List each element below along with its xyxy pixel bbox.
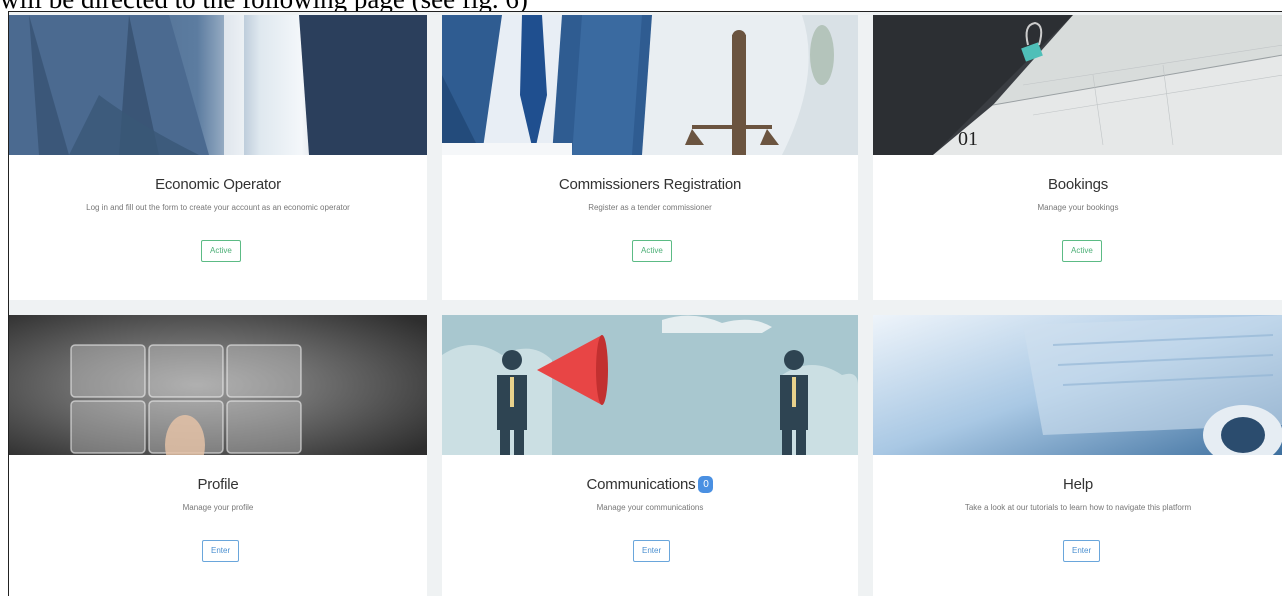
card-bookings[interactable]: 01 Bookings Manage your bookings Active: [873, 15, 1282, 300]
card-description: Manage your bookings: [1037, 203, 1119, 212]
card-description: Register as a tender commissioner: [588, 203, 712, 212]
enter-button[interactable]: Enter: [1063, 540, 1101, 562]
svg-text:01: 01: [958, 128, 978, 150]
card-description: Manage your profile: [182, 503, 254, 512]
justice-statue-photo: [442, 15, 858, 155]
business-suit-photo: [9, 15, 427, 155]
card-communications[interactable]: Communications 0 Manage your communicatio…: [442, 315, 858, 596]
dashboard-frame: Economic Operator Log in and fill out th…: [8, 11, 1282, 596]
enter-button[interactable]: Enter: [633, 540, 671, 562]
active-button[interactable]: Active: [632, 240, 672, 262]
card-economic-operator[interactable]: Economic Operator Log in and fill out th…: [9, 15, 427, 300]
unread-count-badge: 0: [698, 476, 714, 493]
card-title: Communications 0: [442, 476, 858, 493]
megaphone-illustration: [442, 315, 858, 455]
calendar-photo: 01: [873, 15, 1282, 155]
touchscreen-grid-photo: [9, 315, 427, 455]
card-description: Take a look at our tutorials to learn ho…: [964, 503, 1192, 512]
card-title: Commissioners Registration: [558, 176, 742, 193]
card-description: Log in and fill out the form to create y…: [86, 203, 350, 212]
card-title: Economic Operator: [155, 176, 281, 193]
laptop-photo: [873, 315, 1282, 455]
active-button[interactable]: Active: [201, 240, 241, 262]
card-title: Bookings: [1047, 176, 1109, 193]
card-description: Manage your communications: [596, 503, 704, 512]
card-profile[interactable]: Profile Manage your profile Enter: [9, 315, 427, 596]
active-button[interactable]: Active: [1062, 240, 1102, 262]
enter-button[interactable]: Enter: [202, 540, 240, 562]
card-help[interactable]: Help Take a look at our tutorials to lea…: [873, 315, 1282, 596]
card-title: Help: [1062, 476, 1094, 493]
card-commissioners-registration[interactable]: Commissioners Registration Register as a…: [442, 15, 858, 300]
card-title-text: Communications: [586, 476, 696, 493]
card-title: Profile: [197, 476, 239, 493]
